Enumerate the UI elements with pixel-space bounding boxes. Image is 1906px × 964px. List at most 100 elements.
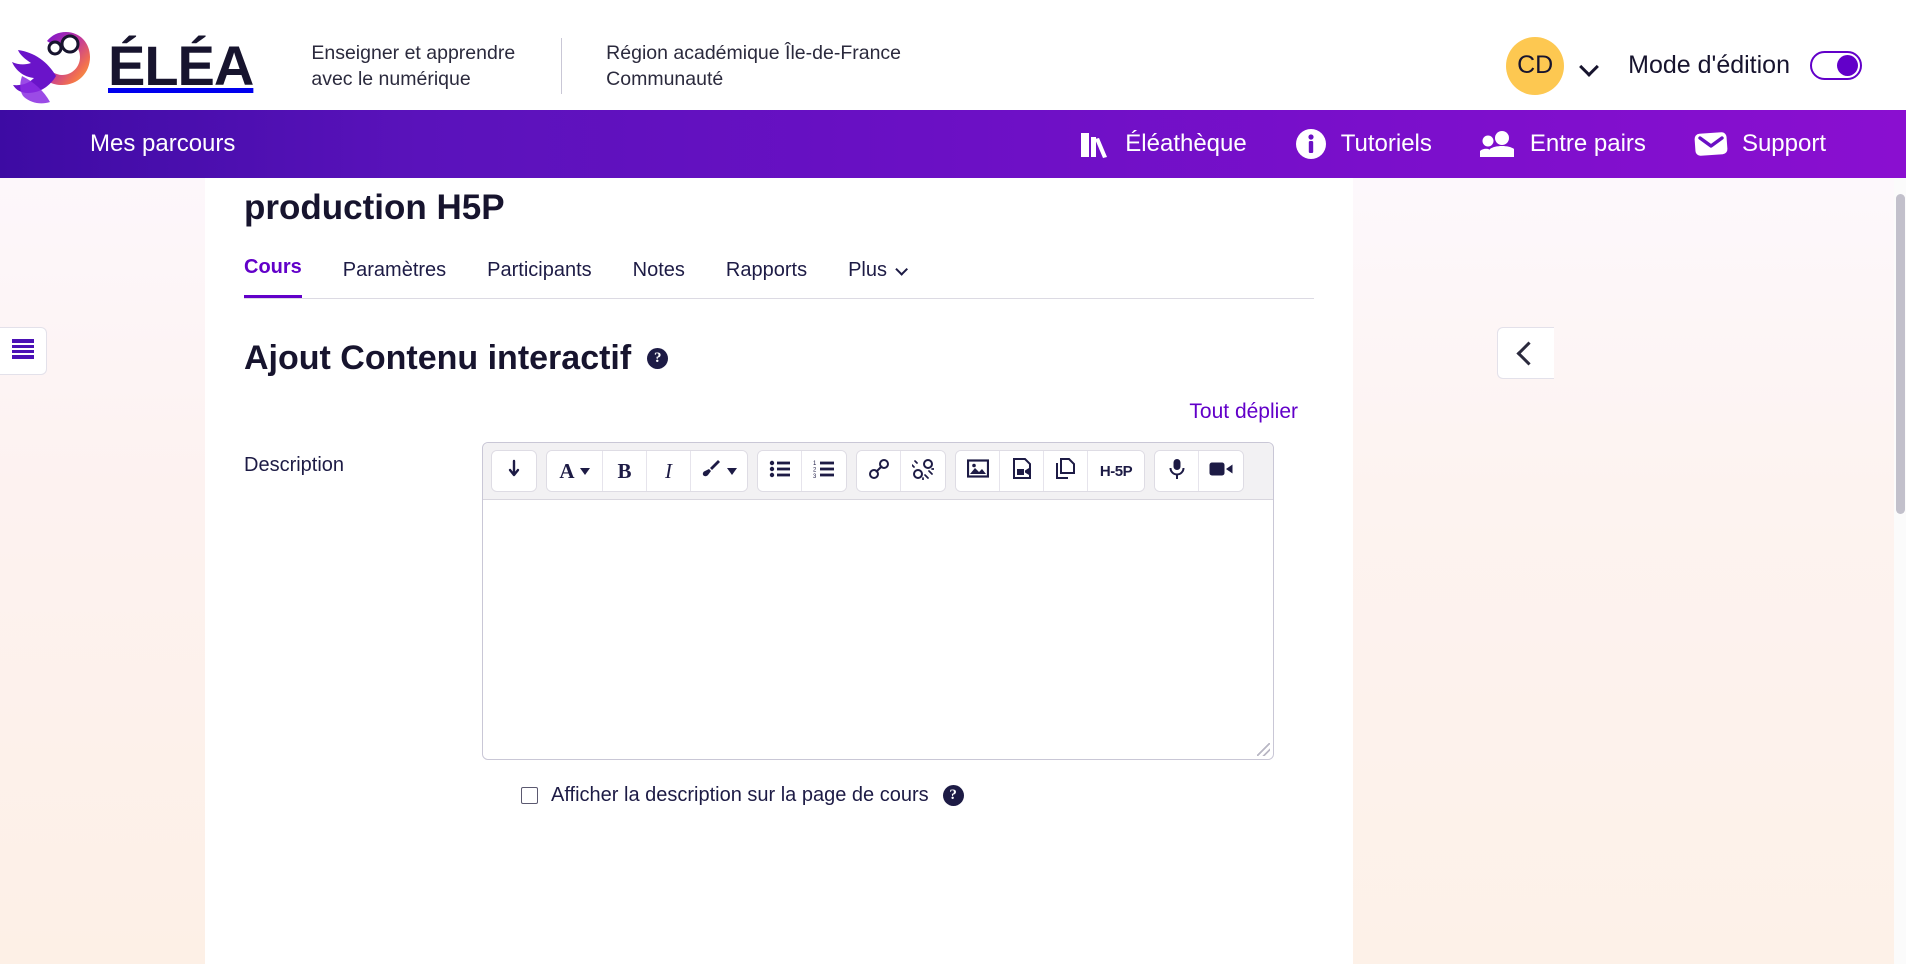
nav-item-label: Éléathèque: [1125, 130, 1247, 157]
record-video-button[interactable]: [1199, 451, 1243, 491]
tab-notes[interactable]: Notes: [633, 259, 685, 298]
description-label: Description: [244, 454, 345, 476]
tagline-line-1: Enseigner et apprendre: [311, 41, 516, 64]
svg-text:2: 2: [813, 467, 817, 473]
file-copy-icon: [1055, 458, 1076, 484]
image-icon: [966, 459, 989, 483]
tab-cours[interactable]: Cours: [244, 256, 302, 298]
toggle-knob: [1837, 55, 1858, 76]
right-rail: [1353, 178, 1906, 964]
bullet-list-button[interactable]: [758, 451, 802, 491]
numbered-list-button[interactable]: 1 2 3: [802, 451, 846, 491]
books-icon: [1079, 129, 1111, 159]
description-field-row: Description A B I 1 2 3 H-5P: [205, 442, 1353, 760]
site-tagline: Enseigner et apprendre avec le numérique: [311, 40, 515, 92]
course-tabs: Cours Paramètres Participants Notes Rapp…: [244, 256, 1314, 299]
tab-participants[interactable]: Participants: [487, 259, 592, 298]
resize-grip[interactable]: [1257, 743, 1270, 756]
nav-item-mes-parcours[interactable]: Mes parcours: [90, 130, 235, 157]
insert-image-button[interactable]: [956, 451, 1000, 491]
nav-left: Mes parcours: [90, 130, 235, 158]
editor-toolbar: A B I 1 2 3 H-5P: [483, 443, 1273, 500]
font-style-button[interactable]: A: [547, 451, 603, 491]
insert-h5p-button[interactable]: H-5P: [1088, 451, 1144, 491]
course-index-toggle[interactable]: [0, 327, 47, 375]
tab-label: Plus: [848, 259, 887, 281]
toolbar-group-media: H-5P: [955, 450, 1145, 492]
scrollbar-thumb[interactable]: [1896, 194, 1905, 514]
help-circle-icon[interactable]: ?: [942, 785, 964, 806]
manage-files-button[interactable]: [1044, 451, 1088, 491]
tagline-line-2: avec le numérique: [311, 67, 471, 90]
remove-link-button[interactable]: [901, 451, 945, 491]
collapse-toolbar-button[interactable]: [492, 451, 536, 491]
form-heading: Ajout Contenu interactif ?: [244, 339, 1353, 378]
bold-button[interactable]: B: [603, 451, 647, 491]
tab-label: Rapports: [725, 259, 808, 281]
primary-navbar: Mes parcours Éléathèque Tutoriels Entre …: [0, 110, 1906, 178]
tab-plus[interactable]: Plus: [848, 259, 908, 298]
expand-all-link[interactable]: Tout déplier: [1189, 400, 1298, 423]
collapse-toolbar-icon: [505, 459, 523, 484]
header-user-area: CD Mode d'édition: [1506, 36, 1862, 95]
tab-rapports[interactable]: Rapports: [726, 259, 807, 298]
help-circle-icon[interactable]: ?: [647, 348, 669, 369]
page-scrollbar[interactable]: [1894, 178, 1906, 964]
expand-all-row: Tout déplier: [205, 400, 1353, 424]
site-logo-link[interactable]: ÉLÉA: [8, 18, 254, 114]
insert-media-button[interactable]: [1000, 451, 1044, 491]
nav-item-label: Tutoriels: [1340, 130, 1432, 157]
bold-icon: B: [617, 458, 632, 483]
svg-text:1: 1: [813, 461, 817, 467]
nav-item-support[interactable]: Support: [1694, 130, 1826, 158]
organisation-name: Région académique Île-de-France Communau…: [606, 40, 901, 92]
nav-item-tutoriels[interactable]: Tutoriels: [1295, 128, 1432, 160]
nav-right: Éléathèque Tutoriels Entre pairs Support: [1031, 128, 1826, 160]
tab-label: Participants: [487, 259, 592, 281]
avatar[interactable]: CD: [1506, 36, 1565, 95]
org-line-1: Région académique Île-de-France: [606, 41, 902, 64]
record-audio-button[interactable]: [1155, 451, 1199, 491]
nav-item-label: Support: [1741, 130, 1826, 157]
form-heading-text: Ajout Contenu interactif: [244, 339, 632, 377]
nav-item-eleatheque[interactable]: Éléathèque: [1079, 129, 1247, 159]
chevron-down-icon[interactable]: [1580, 57, 1598, 75]
left-rail: [0, 178, 205, 964]
brand-wordmark: ÉLÉA: [108, 33, 254, 97]
toolbar-group-links: [856, 450, 946, 492]
toolbar-group-record: [1154, 450, 1244, 492]
tab-label: Paramètres: [342, 259, 447, 281]
link-icon: [868, 458, 890, 485]
people-icon: [1479, 129, 1516, 159]
edit-mode-toggle[interactable]: [1810, 51, 1862, 80]
main-content: production H5P Cours Paramètres Particip…: [205, 178, 1353, 964]
edit-mode-label: Mode d'édition: [1628, 51, 1790, 79]
numbered-list-icon: 1 2 3: [813, 460, 835, 483]
tab-parametres[interactable]: Paramètres: [343, 259, 446, 298]
description-editor: A B I 1 2 3 H-5P: [482, 442, 1274, 760]
tab-label: Cours: [244, 256, 302, 278]
envelope-icon: [1694, 130, 1728, 158]
unlink-icon: [911, 458, 935, 485]
italic-icon: I: [665, 458, 672, 483]
description-textarea[interactable]: [483, 500, 1273, 759]
nav-item-entre-pairs[interactable]: Entre pairs: [1479, 129, 1646, 159]
italic-button[interactable]: I: [647, 451, 691, 491]
h5p-icon: H-5P: [1099, 462, 1133, 480]
toolbar-group-format: A B I: [546, 450, 748, 492]
chevron-down-icon: [579, 467, 590, 475]
chevron-down-icon: [895, 263, 908, 276]
show-description-row: Afficher la description sur la page de c…: [482, 784, 1353, 807]
show-description-checkbox[interactable]: [521, 787, 538, 804]
toolbar-group-lists: 1 2 3: [757, 450, 847, 492]
org-line-2: Communauté: [606, 67, 724, 90]
block-drawer-toggle[interactable]: [1497, 327, 1554, 379]
insert-link-button[interactable]: [857, 451, 901, 491]
video-camera-icon: [1209, 461, 1233, 482]
elea-owl-logo-icon: [8, 18, 104, 114]
microphone-icon: [1169, 458, 1185, 485]
header-divider: [561, 37, 563, 94]
show-description-label: Afficher la description sur la page de c…: [551, 784, 929, 806]
highlight-button[interactable]: [691, 451, 747, 491]
course-index-icon: [11, 338, 35, 365]
